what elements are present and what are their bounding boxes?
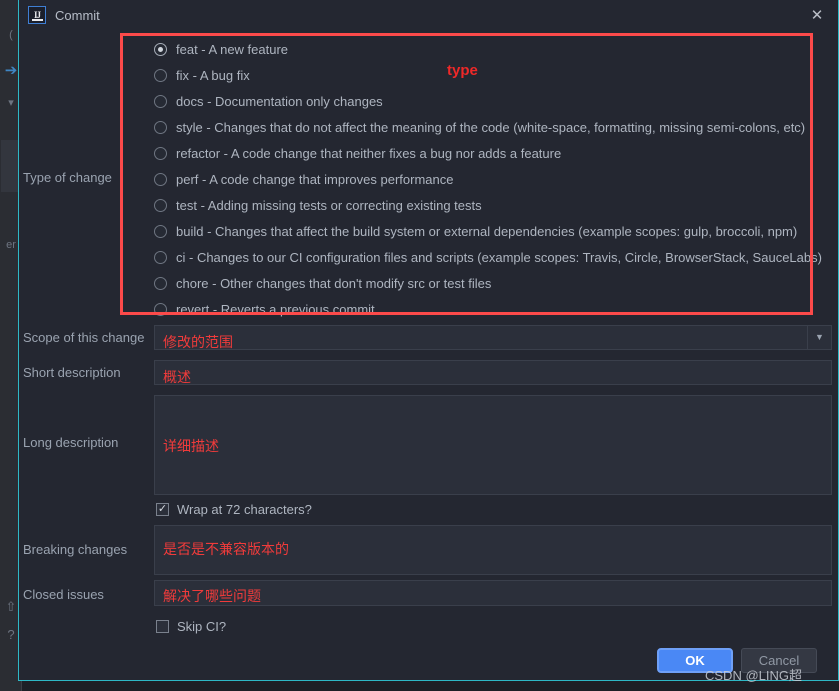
scope-value: 修改的范围 bbox=[163, 335, 233, 351]
radio-option-docs[interactable]: docs - Documentation only changes bbox=[154, 88, 830, 114]
radio-indicator bbox=[154, 276, 167, 290]
closed-issues-input[interactable]: 解决了哪些问题 bbox=[154, 580, 832, 606]
checkbox-indicator bbox=[156, 620, 169, 633]
long-description-textarea[interactable]: 详细描述 bbox=[154, 395, 832, 495]
long-description-label: Long description bbox=[23, 435, 119, 450]
close-icon[interactable]: ✕ bbox=[804, 4, 830, 28]
wrap-checkbox-label: Wrap at 72 characters? bbox=[177, 502, 312, 517]
wrap-at-72-checkbox[interactable]: ✓ Wrap at 72 characters? bbox=[156, 502, 312, 517]
radio-label: refactor - A code change that neither fi… bbox=[176, 145, 562, 161]
scope-label: Scope of this change bbox=[23, 330, 145, 345]
checkbox-indicator: ✓ bbox=[156, 503, 169, 516]
breaking-changes-textarea[interactable]: 是否是不兼容版本的 bbox=[154, 525, 832, 575]
radio-label: feat - A new feature bbox=[176, 41, 289, 57]
breaking-changes-label: Breaking changes bbox=[23, 542, 128, 557]
radio-label: style - Changes that do not affect the m… bbox=[176, 119, 806, 135]
short-description-input[interactable]: 概述 bbox=[154, 360, 832, 386]
skip-ci-label: Skip CI? bbox=[177, 619, 227, 634]
radio-indicator bbox=[154, 94, 167, 108]
radio-indicator bbox=[154, 198, 167, 212]
radio-label: test - Adding missing tests or correctin… bbox=[176, 197, 482, 213]
radio-indicator bbox=[154, 172, 167, 186]
scope-combobox[interactable]: 修改的范围 ▼ bbox=[154, 325, 832, 351]
radio-option-ci[interactable]: ci - Changes to our CI configuration fil… bbox=[154, 244, 830, 270]
radio-indicator bbox=[154, 302, 167, 316]
type-of-change-label: Type of change bbox=[23, 170, 112, 185]
radio-option-chore[interactable]: chore - Other changes that don't modify … bbox=[154, 270, 830, 296]
radio-option-revert[interactable]: revert - Reverts a previous commit bbox=[154, 296, 830, 322]
radio-option-fix[interactable]: fix - A bug fix bbox=[154, 62, 830, 88]
type-of-change-radio-group[interactable]: feat - A new feature fix - A bug fix doc… bbox=[154, 36, 830, 322]
radio-indicator bbox=[154, 224, 167, 238]
radio-label: ci - Changes to our CI configuration fil… bbox=[176, 249, 822, 265]
radio-option-build[interactable]: build - Changes that affect the build sy… bbox=[154, 218, 830, 244]
radio-option-feat[interactable]: feat - A new feature bbox=[154, 36, 830, 62]
radio-indicator bbox=[154, 68, 167, 82]
short-description-label: Short description bbox=[23, 365, 121, 380]
radio-label: docs - Documentation only changes bbox=[176, 93, 383, 109]
short-description-value: 概述 bbox=[163, 370, 191, 386]
radio-label: build - Changes that affect the build sy… bbox=[176, 223, 798, 239]
radio-label: revert - Reverts a previous commit bbox=[176, 301, 375, 317]
radio-option-refactor[interactable]: refactor - A code change that neither fi… bbox=[154, 140, 830, 166]
chevron-down-icon[interactable]: ▼ bbox=[807, 326, 831, 349]
radio-option-perf[interactable]: perf - A code change that improves perfo… bbox=[154, 166, 830, 192]
watermark: CSDN @LING超 bbox=[705, 668, 802, 683]
radio-option-test[interactable]: test - Adding missing tests or correctin… bbox=[154, 192, 830, 218]
skip-ci-checkbox[interactable]: Skip CI? bbox=[156, 619, 226, 634]
radio-label: perf - A code change that improves perfo… bbox=[176, 171, 454, 187]
radio-indicator bbox=[154, 250, 167, 264]
radio-indicator bbox=[154, 120, 167, 134]
intellij-logo-icon: IJ bbox=[28, 6, 46, 24]
radio-option-style[interactable]: style - Changes that do not affect the m… bbox=[154, 114, 830, 140]
screen: ( ➔ ▾ er ⇧ ? IJ Commit ✕ Type of change … bbox=[0, 0, 839, 691]
breaking-changes-value: 是否是不兼容版本的 bbox=[163, 542, 289, 558]
radio-label: fix - A bug fix bbox=[176, 67, 250, 83]
long-description-value: 详细描述 bbox=[163, 439, 219, 455]
annotation-label-type: type bbox=[447, 62, 478, 79]
radio-label: chore - Other changes that don't modify … bbox=[176, 275, 492, 291]
radio-indicator bbox=[154, 146, 167, 160]
closed-issues-label: Closed issues bbox=[23, 587, 104, 602]
closed-issues-value: 解决了哪些问题 bbox=[163, 589, 261, 605]
commit-dialog: IJ Commit ✕ Type of change feat - A new … bbox=[18, 0, 839, 681]
dialog-titlebar: IJ Commit ✕ bbox=[19, 0, 838, 32]
radio-indicator bbox=[154, 42, 167, 56]
dialog-title: Commit bbox=[55, 8, 100, 23]
